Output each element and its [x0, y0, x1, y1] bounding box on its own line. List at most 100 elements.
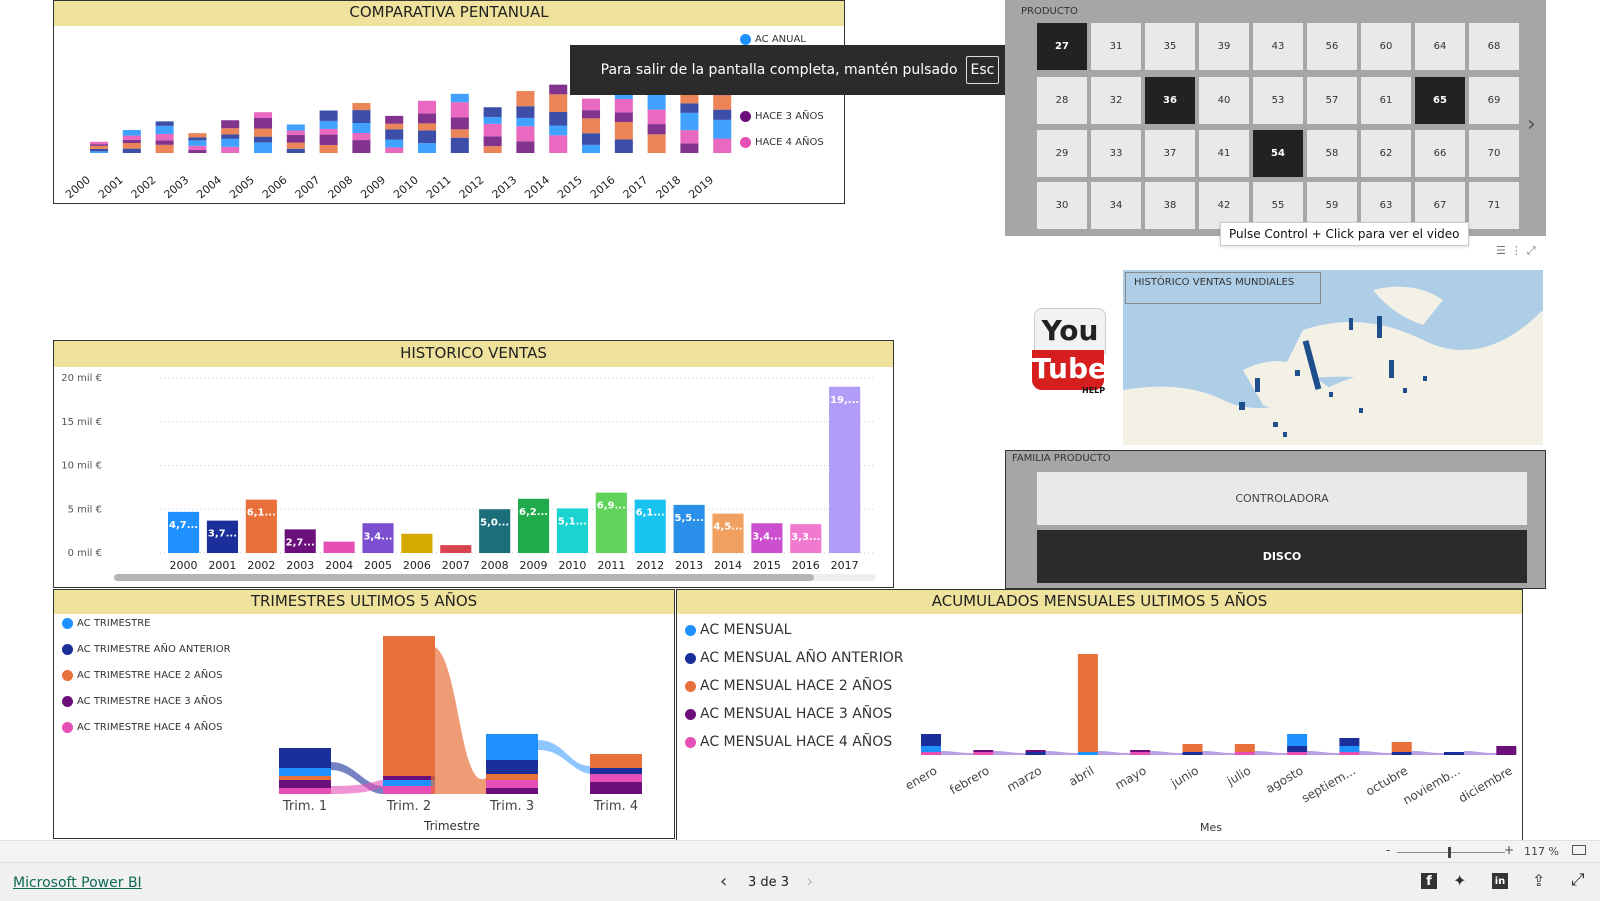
familia-producto-slicer[interactable]: FAMILIA PRODUCTO CONTROLADORA DISCO: [1005, 450, 1546, 589]
focus-mode-icon[interactable]: ⤢: [1527, 244, 1536, 258]
historico-bar-chart[interactable]: 0 mil € 5 mil € 10 mil € 15 mil € 20 mil € 4…: [54, 341, 894, 588]
zoom-slider[interactable]: [1397, 847, 1505, 858]
bar-data-label: 4,7...: [169, 520, 198, 531]
historico-ventas-mundiales-map[interactable]: HISTÓRICO VENTAS MUNDIALES: [1123, 270, 1543, 445]
acumulados-mensuales-panel[interactable]: ACUMULADOS MENSUALES ULTIMOS 5 AÑOS AC M…: [676, 589, 1523, 841]
pentanual-ribbon-chart[interactable]: 2000 2001 2002 2003 2004 2005 2006 2007 2008 2009…: [54, 1, 845, 204]
producto-tile-31[interactable]: 31: [1091, 23, 1141, 70]
producto-tile-34[interactable]: 34: [1091, 182, 1141, 229]
linkedin-icon[interactable]: in: [1492, 873, 1508, 889]
producto-slicer[interactable]: PRODUCTO 27 31 35 39 43 56 60 64 68 28 32 36 40 53 57 6…: [1005, 0, 1546, 236]
familia-option-label: CONTROLADORA: [1235, 492, 1329, 505]
producto-tile-71[interactable]: 71: [1469, 182, 1519, 229]
producto-tile-69[interactable]: 69: [1469, 77, 1519, 124]
zoom-slider-thumb[interactable]: [1448, 847, 1451, 858]
producto-tile-36[interactable]: 36: [1145, 77, 1195, 124]
x-tick-label: diciembre: [1456, 763, 1515, 805]
filter-icon[interactable]: ☰: [1496, 244, 1506, 258]
producto-tile-53[interactable]: 53: [1253, 77, 1303, 124]
producto-tile-61[interactable]: 61: [1361, 77, 1411, 124]
legend-item[interactable]: HACE 4 AÑOS: [740, 137, 824, 148]
facebook-icon[interactable]: f: [1421, 873, 1437, 889]
familia-option-controladora[interactable]: CONTROLADORA: [1037, 472, 1527, 525]
share-icon[interactable]: ⇪: [1532, 871, 1545, 890]
producto-tile-68[interactable]: 68: [1469, 23, 1519, 70]
legend-item[interactable]: HACE 3 AÑOS: [740, 111, 824, 122]
producto-tile-64[interactable]: 64: [1415, 23, 1465, 70]
producto-tile-62[interactable]: 62: [1361, 130, 1411, 177]
producto-tile-54[interactable]: 54: [1253, 130, 1303, 177]
producto-tile-38[interactable]: 38: [1145, 182, 1195, 229]
legend-item[interactable]: AC ANUAL: [740, 34, 806, 45]
chevron-right-icon[interactable]: ›: [1527, 112, 1536, 137]
ribbon-segment: [122, 135, 141, 140]
trimestres-ribbon-chart[interactable]: Trim. 1 Trim. 2 Trim. 3 Trim. 4 Trimestre: [54, 590, 675, 839]
x-tick-label: enero: [903, 763, 940, 792]
year-label: 2012: [457, 173, 487, 201]
ribbon-segment: [483, 107, 502, 117]
fit-page-icon[interactable]: [1572, 845, 1586, 855]
ribbon-segment: [286, 124, 305, 131]
historico-ventas-panel[interactable]: HISTORICO VENTAS 0 mil €5 mil €10 mil €1…: [53, 340, 894, 588]
x-tick-label: 2001: [208, 559, 236, 572]
ribbon-segment: [155, 140, 174, 145]
year-label: 2005: [227, 173, 257, 201]
producto-tile-57[interactable]: 57: [1307, 77, 1357, 124]
fullscreen-icon[interactable]: ⤢: [1571, 870, 1585, 890]
producto-tile-37[interactable]: 37: [1145, 130, 1195, 177]
producto-tile-35[interactable]: 35: [1145, 23, 1195, 70]
drill-icon[interactable]: ⋮: [1511, 244, 1522, 258]
ribbon-segment: [221, 128, 240, 135]
producto-tile-40[interactable]: 40: [1199, 77, 1249, 124]
bar-data-label: 3,3...: [791, 532, 820, 543]
ribbon-segment: [90, 145, 109, 149]
ribbon-segment: [385, 123, 404, 130]
comparativa-pentanual-panel[interactable]: COMPARATIVA PENTANUAL 2000 2001 2002 2003 20…: [53, 0, 845, 204]
y-tick-label: 10 mil €: [61, 461, 102, 472]
producto-tile-27[interactable]: 27: [1037, 23, 1087, 70]
producto-tile-33[interactable]: 33: [1091, 130, 1141, 177]
producto-tile-70[interactable]: 70: [1469, 130, 1519, 177]
producto-tile-65[interactable]: 65: [1415, 77, 1465, 124]
ribbon-connector: [993, 751, 1026, 755]
producto-tile-58[interactable]: 58: [1307, 130, 1357, 177]
mensuales-ribbon-chart[interactable]: enero febrero marzo abril mayo junio julio agos…: [677, 590, 1523, 841]
x-tick-label: julio: [1224, 763, 1253, 788]
producto-tile-66[interactable]: 66: [1415, 130, 1465, 177]
scrollbar-thumb[interactable]: [114, 574, 814, 581]
x-tick-label: 2012: [636, 559, 664, 572]
power-bi-link[interactable]: Microsoft Power BI: [13, 875, 142, 891]
zoom-out-button[interactable]: -: [1386, 843, 1390, 857]
producto-tile-29[interactable]: 29: [1037, 130, 1087, 177]
producto-tile-39[interactable]: 39: [1199, 23, 1249, 70]
next-page-icon[interactable]: ›: [806, 871, 813, 892]
producto-tile-43[interactable]: 43: [1253, 23, 1303, 70]
trimestres-panel[interactable]: TRIMESTRES ULTIMOS 5 AÑOS AC TRIMESTRE AC…: [53, 589, 675, 839]
x-tick-label: 2003: [286, 559, 314, 572]
producto-tile-60[interactable]: 60: [1361, 23, 1411, 70]
producto-tile-56[interactable]: 56: [1307, 23, 1357, 70]
producto-tile-30[interactable]: 30: [1037, 182, 1087, 229]
bar-data-label: 6,2...: [519, 507, 548, 518]
ribbon-segment: [582, 110, 601, 119]
ribbon-segment: [486, 734, 538, 760]
bar-data-label: 2,7...: [286, 537, 315, 548]
twitter-icon[interactable]: ✦: [1453, 871, 1466, 890]
ribbon-segment: [352, 133, 371, 141]
familia-option-disco[interactable]: DISCO: [1037, 530, 1527, 583]
youtube-logo[interactable]: You Tube HELP: [1030, 308, 1108, 396]
horizontal-scrollbar[interactable]: [114, 574, 876, 581]
ribbon-segment: [1339, 752, 1360, 755]
producto-tile-41[interactable]: 41: [1199, 130, 1249, 177]
prev-page-icon[interactable]: ‹: [720, 871, 727, 892]
bar: [712, 513, 744, 553]
ribbon-segment: [385, 129, 404, 140]
zoom-in-button[interactable]: +: [1504, 843, 1514, 857]
bar-data-label: 5,0...: [480, 517, 509, 528]
ribbon-segment: [921, 752, 941, 755]
producto-tile-32[interactable]: 32: [1091, 77, 1141, 124]
producto-tile-28[interactable]: 28: [1037, 77, 1087, 124]
ribbon-segment: [418, 130, 437, 144]
ribbon-segment: [385, 139, 404, 148]
x-tick-label: septiem...: [1299, 763, 1358, 805]
